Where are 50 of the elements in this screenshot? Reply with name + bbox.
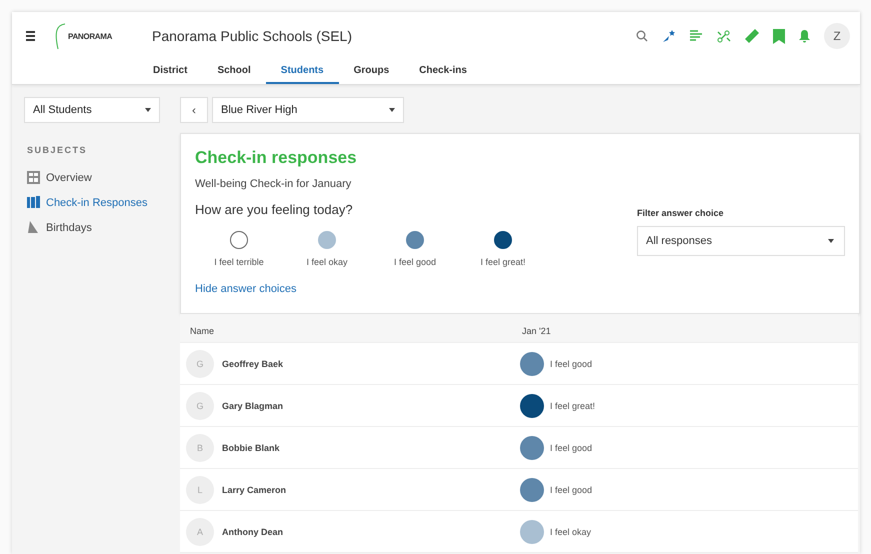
- student-filter-dropdown[interactable]: All Students: [24, 97, 160, 123]
- nav-tab[interactable]: District: [138, 60, 202, 84]
- answer-label: I feel terrible: [214, 257, 264, 267]
- column-header: Jan '21: [522, 326, 551, 336]
- bars-icon[interactable]: [690, 30, 703, 42]
- grid-icon: [27, 171, 40, 184]
- nav-tab[interactable]: School: [202, 60, 266, 84]
- student-name: Anthony Dean: [222, 526, 284, 536]
- card-title: Check-in responses: [195, 148, 358, 168]
- response-text: I feel great!: [550, 400, 596, 410]
- question-text: How are you feeling today?: [195, 202, 354, 217]
- nav-tab[interactable]: Groups: [338, 60, 404, 84]
- search-icon[interactable]: [636, 30, 648, 42]
- initial-avatar: L: [186, 476, 214, 504]
- answer-label: I feel great!: [480, 257, 526, 267]
- card-subtitle: Well-being Check-in for January: [195, 178, 352, 190]
- bookmark-icon[interactable]: [773, 28, 785, 44]
- user-avatar[interactable]: Z: [824, 23, 850, 49]
- answer-label: I feel okay: [306, 257, 348, 267]
- response-text: I feel good: [550, 358, 592, 368]
- response-text: I feel good: [550, 442, 592, 452]
- student-name: Gary Blagman: [222, 400, 284, 410]
- sidebar-item[interactable]: Check-in Responses: [27, 196, 148, 209]
- response-text: I feel okay: [550, 526, 592, 536]
- filter-label: Filter answer choice: [637, 208, 725, 218]
- nav-tab[interactable]: Check-ins: [404, 60, 482, 84]
- bell-icon[interactable]: [799, 30, 810, 42]
- star-arrow-icon[interactable]: [662, 29, 676, 43]
- initial-avatar: B: [186, 434, 214, 462]
- nav-tab[interactable]: Students: [266, 60, 339, 84]
- network-icon[interactable]: [717, 30, 731, 42]
- column-header: Name: [190, 326, 216, 336]
- student-name: Bobbie Blank: [222, 442, 281, 452]
- initial-avatar: G: [186, 350, 214, 378]
- school-dropdown[interactable]: Blue River High: [212, 97, 404, 123]
- sidebar-item[interactable]: Birthdays: [27, 221, 92, 234]
- section-heading: SUBJECTS: [27, 145, 88, 155]
- logo-text: PANORAMA: [68, 32, 112, 40]
- student-name: Larry Cameron: [222, 484, 288, 494]
- response-text: I feel good: [550, 484, 592, 494]
- sidebar-item[interactable]: Overview: [27, 171, 92, 184]
- initial-avatar: A: [186, 518, 214, 546]
- hide-choices-link[interactable]: Hide answer choices: [195, 283, 296, 295]
- student-name: Geoffrey Baek: [222, 358, 284, 368]
- organization-title: Panorama Public Schools (SEL): [152, 28, 352, 44]
- back-button[interactable]: ‹: [180, 97, 208, 123]
- answer-label: I feel good: [394, 257, 436, 267]
- answer-filter-dropdown[interactable]: All responses: [637, 226, 845, 256]
- initial-avatar: G: [186, 392, 214, 420]
- book-icon: [27, 196, 40, 209]
